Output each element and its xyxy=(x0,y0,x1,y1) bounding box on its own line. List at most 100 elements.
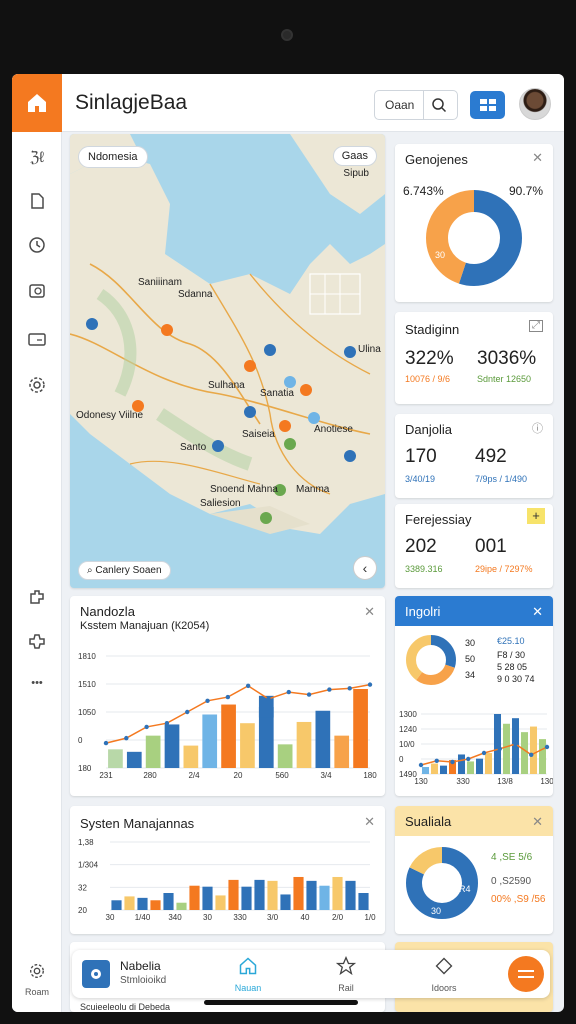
bar[interactable] xyxy=(267,880,278,910)
bar[interactable] xyxy=(176,902,187,910)
bar[interactable] xyxy=(332,876,343,910)
bar[interactable] xyxy=(164,724,180,768)
map-marker[interactable] xyxy=(244,406,256,418)
line-point[interactable] xyxy=(286,689,291,695)
line-point[interactable] xyxy=(185,709,190,715)
puzzle-icon[interactable] xyxy=(26,586,48,608)
map-marker[interactable] xyxy=(86,318,98,330)
hierarchy-icon[interactable]: ℨℓ xyxy=(26,146,48,168)
chevron-left-icon[interactable]: ‹ xyxy=(353,556,377,580)
line-point[interactable] xyxy=(306,692,312,697)
bar[interactable] xyxy=(202,714,218,768)
app-logo[interactable] xyxy=(82,960,110,988)
bar[interactable] xyxy=(183,745,199,768)
search-icon[interactable] xyxy=(431,97,447,113)
card-icon[interactable] xyxy=(26,328,48,350)
line-point[interactable] xyxy=(497,746,502,751)
bar[interactable] xyxy=(319,885,330,910)
bar[interactable] xyxy=(241,886,252,910)
line-point[interactable] xyxy=(347,686,352,691)
line-point[interactable] xyxy=(544,744,550,750)
line-point[interactable] xyxy=(513,741,518,747)
bar[interactable] xyxy=(202,886,213,910)
bar[interactable] xyxy=(277,744,293,768)
bar[interactable] xyxy=(315,710,331,768)
info-icon[interactable]: ⓘ xyxy=(532,420,543,436)
map-marker[interactable] xyxy=(284,376,296,388)
bar[interactable] xyxy=(484,753,493,774)
bar[interactable] xyxy=(493,714,502,774)
line-point[interactable] xyxy=(418,762,424,768)
roam-button[interactable]: Roam xyxy=(12,962,62,997)
map-marker[interactable] xyxy=(279,420,291,432)
line-point[interactable] xyxy=(466,756,471,762)
menu-fab[interactable] xyxy=(508,956,544,992)
bar[interactable] xyxy=(240,723,255,768)
storage-icon[interactable] xyxy=(26,280,48,302)
map-marker[interactable] xyxy=(308,412,320,424)
close-icon[interactable]: ✕ xyxy=(532,814,543,830)
nav-item-rail[interactable]: Rail xyxy=(316,955,376,993)
bar[interactable] xyxy=(353,688,368,768)
bar[interactable] xyxy=(296,721,312,768)
line-point[interactable] xyxy=(103,740,109,746)
bar[interactable] xyxy=(280,894,291,910)
map-panel[interactable]: Ndomesia Gaas Sipub Saniiinam Sdanna Sul… xyxy=(70,134,385,588)
bar[interactable] xyxy=(254,879,265,910)
map-marker[interactable] xyxy=(244,360,256,372)
line-point[interactable] xyxy=(124,735,129,741)
puzzle-alt-icon[interactable] xyxy=(26,630,48,652)
add-icon[interactable]: + xyxy=(527,508,545,524)
bar[interactable] xyxy=(502,723,511,774)
bar[interactable] xyxy=(358,893,369,910)
bar[interactable] xyxy=(137,897,148,910)
line-point[interactable] xyxy=(327,687,332,692)
nav-item-nauan[interactable]: Nauan xyxy=(218,956,278,993)
map-marker[interactable] xyxy=(344,346,356,358)
bar[interactable] xyxy=(124,896,135,910)
bar[interactable] xyxy=(126,751,142,768)
bar[interactable] xyxy=(108,749,123,768)
line-point[interactable] xyxy=(144,724,149,730)
bar[interactable] xyxy=(345,880,356,910)
map-search-chip[interactable]: ⌕ Canlery Soaen xyxy=(78,561,171,580)
bar[interactable] xyxy=(529,726,538,774)
bar[interactable] xyxy=(306,880,317,910)
more-icon[interactable]: ••• xyxy=(26,672,48,694)
map-marker[interactable] xyxy=(264,344,276,356)
bar[interactable] xyxy=(439,765,448,774)
bar[interactable] xyxy=(475,758,484,774)
line-point[interactable] xyxy=(434,758,439,763)
map-marker[interactable] xyxy=(344,450,356,462)
line-point[interactable] xyxy=(529,752,534,757)
clock-icon[interactable] xyxy=(26,234,48,256)
home-button[interactable] xyxy=(12,74,62,132)
map-canvas[interactable] xyxy=(70,134,385,588)
line-point[interactable] xyxy=(225,694,231,700)
search-box[interactable]: Oaan xyxy=(374,90,458,120)
bar[interactable] xyxy=(421,767,430,774)
bar[interactable] xyxy=(163,893,174,910)
line-point[interactable] xyxy=(481,750,487,756)
bar[interactable] xyxy=(457,754,466,774)
bar[interactable] xyxy=(538,739,547,774)
bar[interactable] xyxy=(215,895,226,910)
bar[interactable] xyxy=(520,732,529,774)
map-layer-button[interactable]: Gaas xyxy=(332,146,377,166)
bar[interactable] xyxy=(150,900,161,910)
settings-icon[interactable] xyxy=(26,374,48,396)
document-icon[interactable] xyxy=(26,190,48,212)
bar[interactable] xyxy=(228,879,239,910)
map-marker[interactable] xyxy=(212,440,224,452)
bar[interactable] xyxy=(334,735,350,768)
map-marker[interactable] xyxy=(300,384,312,396)
user-avatar[interactable] xyxy=(519,88,551,120)
map-marker[interactable] xyxy=(161,324,173,336)
line-point[interactable] xyxy=(245,683,251,689)
bar[interactable] xyxy=(221,704,236,768)
line-point[interactable] xyxy=(266,696,271,702)
bar[interactable] xyxy=(189,885,200,910)
map-marker[interactable] xyxy=(284,438,296,450)
line-point[interactable] xyxy=(367,682,373,687)
bar[interactable] xyxy=(430,763,439,774)
